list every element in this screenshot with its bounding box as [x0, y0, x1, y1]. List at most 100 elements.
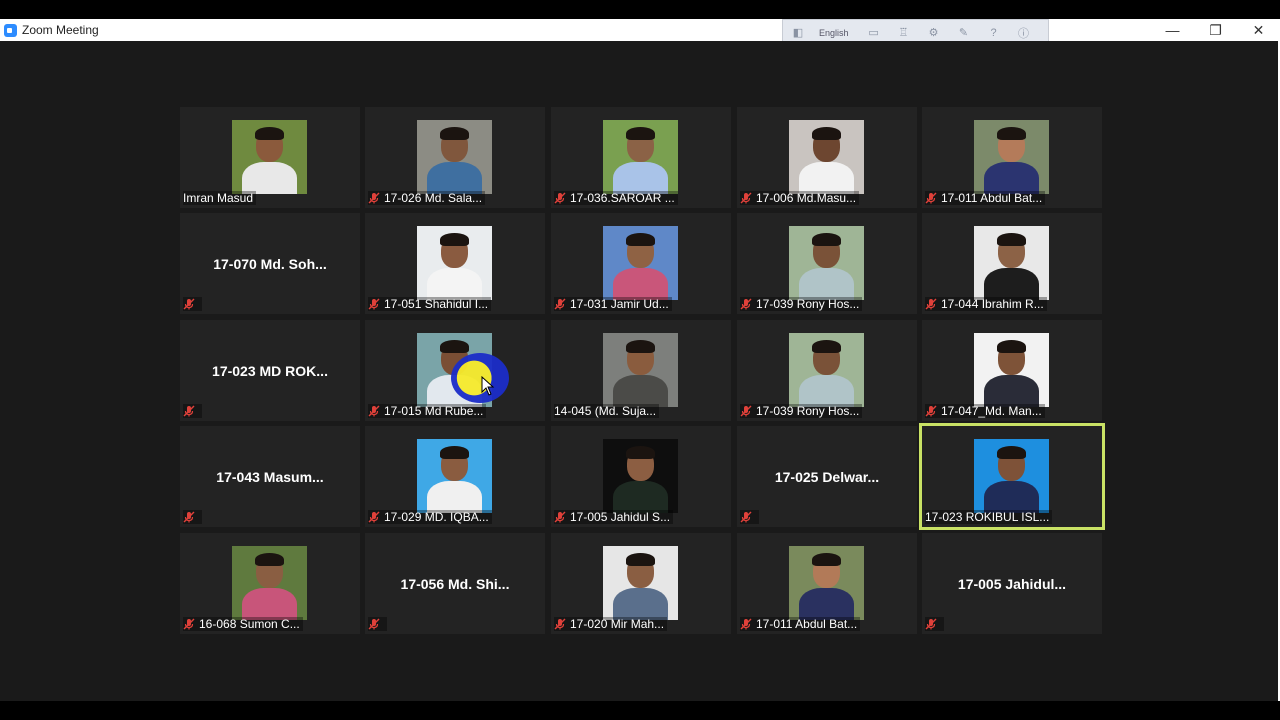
participant-tile[interactable]: 17-029 MD. IQBA... — [365, 426, 545, 527]
participant-video — [789, 333, 864, 407]
participant-video — [974, 226, 1049, 300]
participant-video — [232, 120, 307, 194]
participant-tile[interactable]: 17-031 Jamir Ud... — [551, 213, 731, 314]
participant-name: 17-044 Ibrahim R... — [941, 297, 1044, 311]
participant-name: 17-020 Mir Mah... — [570, 617, 665, 631]
participant-tile[interactable]: 17-039 Rony Hos... — [737, 320, 917, 421]
participant-tile[interactable]: 17-020 Mir Mah... — [551, 533, 731, 634]
keyboard-icon[interactable]: ▭ — [867, 26, 881, 40]
muted-mic-icon — [925, 618, 937, 630]
participant-label — [368, 617, 387, 631]
participant-label: 17-015 Md Rube... — [368, 404, 487, 418]
participant-video — [974, 333, 1049, 407]
edit-icon[interactable]: ✎ — [957, 26, 971, 40]
participant-tile[interactable]: 17-005 Jahidul... — [922, 533, 1102, 634]
participant-tile[interactable]: 17-023 ROKIBUL ISL... — [919, 423, 1105, 530]
window-controls: — ❐ ✕ — [1151, 19, 1280, 41]
participant-video — [417, 226, 492, 300]
participant-display-name: 17-070 Md. Soh... — [213, 255, 327, 272]
help-icon[interactable]: ? — [987, 26, 1001, 40]
participant-video — [417, 439, 492, 513]
participant-video — [603, 333, 678, 407]
participant-name: 17-051 Shahidul I... — [384, 297, 489, 311]
gear-icon[interactable]: ⚙ — [927, 26, 941, 40]
participant-tile[interactable]: 17-044 Ibrahim R... — [922, 213, 1102, 314]
muted-mic-icon — [368, 405, 380, 417]
muted-mic-icon — [368, 192, 380, 204]
muted-mic-icon — [740, 192, 752, 204]
participant-video — [603, 226, 678, 300]
zoom-app-icon — [4, 23, 17, 37]
participant-name: 17-005 Jahidul S... — [570, 510, 671, 524]
participant-label — [925, 617, 944, 631]
participant-tile[interactable]: 17-036.SAROAR ... — [551, 107, 731, 208]
muted-mic-icon — [554, 618, 566, 630]
participant-name: 17-006 Md.Masu... — [756, 191, 857, 205]
participant-name: 17-015 Md Rube... — [384, 404, 484, 418]
participant-label: 17-020 Mir Mah... — [554, 617, 668, 631]
participant-tile[interactable]: 14-045 (Md. Suja... — [551, 320, 731, 421]
participant-label — [740, 510, 759, 524]
participant-tile[interactable]: 17-025 Delwar... — [737, 426, 917, 527]
participant-tile[interactable]: 17-005 Jahidul S... — [551, 426, 731, 527]
participant-name: 17-029 MD. IQBA... — [384, 510, 489, 524]
participant-tile[interactable]: 17-026 Md. Sala... — [365, 107, 545, 208]
participant-display-name: 17-005 Jahidul... — [957, 575, 1067, 592]
participant-video — [603, 120, 678, 194]
participant-tile[interactable]: 17-043 Masum... — [180, 426, 360, 527]
top-letterbox — [0, 0, 1280, 19]
muted-mic-icon — [554, 298, 566, 310]
participant-name: 17-031 Jamir Ud... — [570, 297, 669, 311]
muted-mic-icon — [368, 618, 380, 630]
participant-label: 17-036.SAROAR ... — [554, 191, 678, 205]
tool-icon[interactable]: ♖ — [897, 26, 911, 40]
muted-mic-icon — [740, 298, 752, 310]
participant-tile[interactable]: 16-068 Sumon C... — [180, 533, 360, 634]
minimize-button[interactable]: — — [1151, 19, 1194, 41]
participant-label: 14-045 (Md. Suja... — [554, 404, 660, 418]
participant-name: 14-045 (Md. Suja... — [554, 404, 657, 418]
participant-display-name: 17-043 Masum... — [216, 468, 324, 485]
participant-label — [183, 404, 202, 418]
participant-display-name: 17-056 Md. Shi... — [400, 575, 510, 592]
info-icon[interactable]: ⓘ — [1017, 26, 1031, 40]
participant-video — [603, 439, 678, 513]
window-title: Zoom Meeting — [22, 23, 99, 37]
participant-tile[interactable]: Imran Masud — [180, 107, 360, 208]
ime-language-label[interactable]: English — [819, 28, 849, 38]
participant-label: 16-068 Sumon C... — [183, 617, 303, 631]
participant-tile[interactable]: 17-039 Rony Hos... — [737, 213, 917, 314]
muted-mic-icon — [183, 405, 195, 417]
restore-button[interactable]: ❐ — [1194, 19, 1237, 41]
participant-video — [789, 546, 864, 620]
participant-tile[interactable]: 17-011 Abdul Bat... — [922, 107, 1102, 208]
ime-handle-icon[interactable]: ◧ — [791, 26, 805, 40]
participant-name: 17-039 Rony Hos... — [756, 297, 860, 311]
participant-tile[interactable]: 17-006 Md.Masu... — [737, 107, 917, 208]
participant-tile[interactable]: 17-056 Md. Shi... — [365, 533, 545, 634]
participant-label: 17-011 Abdul Bat... — [740, 617, 861, 631]
participant-tile[interactable]: 17-051 Shahidul I... — [365, 213, 545, 314]
participant-label — [183, 297, 202, 311]
muted-mic-icon — [925, 298, 937, 310]
close-button[interactable]: ✕ — [1237, 19, 1280, 41]
participant-video — [603, 546, 678, 620]
muted-mic-icon — [183, 618, 195, 630]
participant-label: 17-023 ROKIBUL ISL... — [925, 510, 1053, 524]
muted-mic-icon — [740, 405, 752, 417]
participant-tile[interactable]: 17-070 Md. Soh... — [180, 213, 360, 314]
muted-mic-icon — [183, 511, 195, 523]
participant-label: 17-031 Jamir Ud... — [554, 297, 672, 311]
participant-name: 17-011 Abdul Bat... — [941, 191, 1043, 205]
participant-label: 17-026 Md. Sala... — [368, 191, 486, 205]
cursor-highlight — [451, 353, 509, 403]
participant-tile[interactable]: 17-023 MD ROK... — [180, 320, 360, 421]
participant-tile[interactable]: 17-011 Abdul Bat... — [737, 533, 917, 634]
participant-tile[interactable]: 17-047_Md. Man... — [922, 320, 1102, 421]
window-titlebar: Zoom Meeting — [0, 19, 1280, 41]
muted-mic-icon — [740, 511, 752, 523]
participant-label: 17-039 Rony Hos... — [740, 404, 863, 418]
muted-mic-icon — [368, 298, 380, 310]
participant-name: 17-036.SAROAR ... — [570, 191, 675, 205]
participant-name: 17-023 ROKIBUL ISL... — [925, 510, 1050, 524]
